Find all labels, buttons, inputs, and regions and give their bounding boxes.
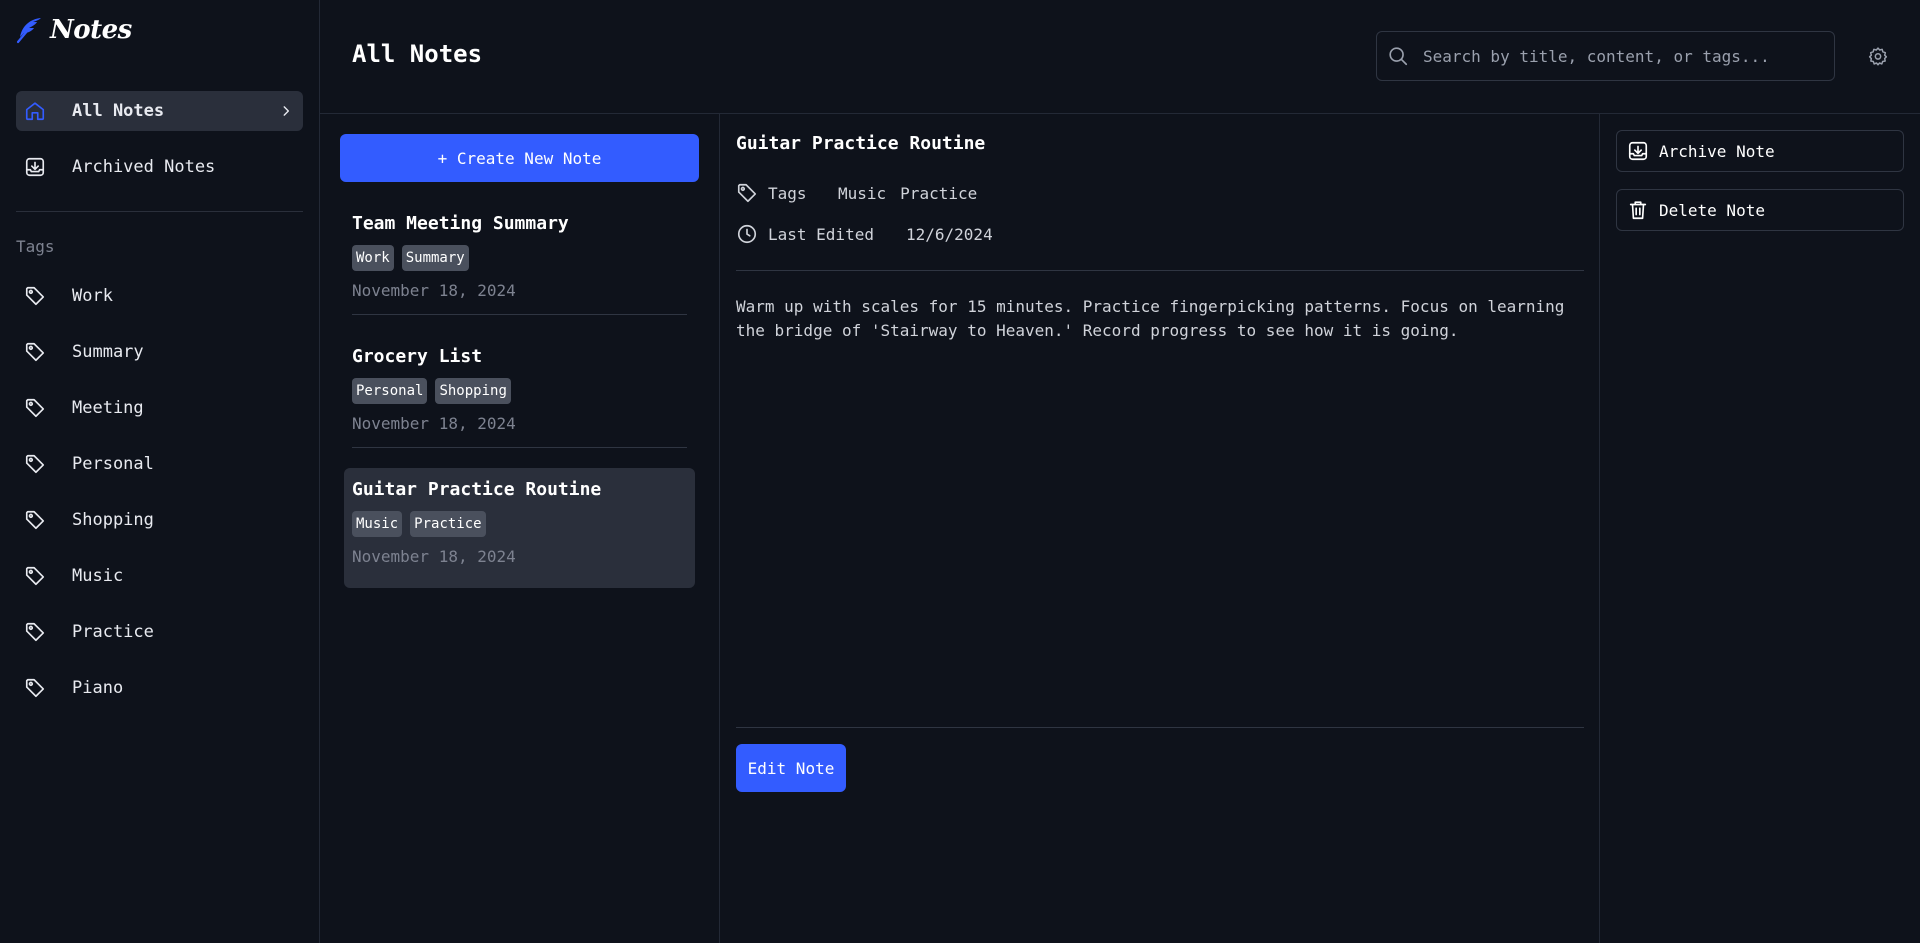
note-title: Team Meeting Summary (352, 213, 569, 234)
tag-chip: Shopping (435, 378, 511, 404)
nav-archived-notes-label: Archived Notes (72, 157, 216, 177)
sidebar-tag-piano[interactable]: Piano (16, 668, 303, 708)
sidebar-tag-meeting[interactable]: Meeting (16, 388, 303, 428)
sidebar-tag-label: Summary (72, 342, 144, 362)
column-divider (1599, 114, 1600, 943)
note-divider (352, 447, 687, 448)
note-date: November 18, 2024 (352, 547, 516, 566)
sidebar-tag-practice[interactable]: Practice (16, 612, 303, 652)
detail-divider (736, 270, 1584, 271)
detail-tag: Music (838, 183, 887, 203)
tag-icon (24, 396, 56, 420)
note-tags: Music Practice (352, 511, 687, 537)
note-body[interactable]: Warm up with scales for 15 minutes. Prac… (736, 295, 1584, 343)
detail-tag: Practice (900, 183, 978, 203)
note-divider (352, 314, 687, 315)
tag-chip: Summary (401, 245, 469, 271)
feather-icon (14, 15, 44, 45)
column-divider (719, 114, 720, 943)
tag-icon (24, 340, 56, 364)
detail-divider (736, 727, 1584, 728)
tag-icon (736, 182, 760, 204)
note-card[interactable]: Team Meeting Summary Work Summary Novemb… (344, 213, 695, 300)
note-title: Guitar Practice Routine (352, 479, 602, 500)
tag-chip: Practice (410, 511, 486, 537)
create-note-button[interactable]: + Create New Note (340, 134, 699, 182)
sidebar-tag-label: Shopping (72, 510, 154, 530)
sidebar-tag-label: Piano (72, 678, 124, 698)
tag-icon (24, 452, 56, 476)
app-logo[interactable]: Notes (14, 12, 132, 48)
tags-label: Tags (768, 183, 807, 203)
sidebar-tag-label: Practice (72, 622, 154, 642)
delete-note-label: Delete Note (1659, 200, 1765, 220)
last-edited-row: Last Edited 12/6/2024 (736, 223, 993, 245)
search-input[interactable] (1423, 46, 1823, 66)
sidebar-tag-label: Meeting (72, 398, 144, 418)
gear-icon[interactable] (1868, 46, 1888, 66)
sidebar-divider (16, 211, 303, 212)
note-card-selected[interactable]: Guitar Practice Routine Music Practice N… (344, 468, 695, 588)
nav-archived-notes[interactable]: Archived Notes (16, 147, 303, 187)
sidebar-tag-label: Personal (72, 454, 154, 474)
chevron-right-icon (279, 104, 295, 118)
archive-icon (1627, 140, 1649, 162)
page-title: All Notes (352, 40, 483, 68)
sidebar-tag-summary[interactable]: Summary (16, 332, 303, 372)
home-icon (24, 99, 56, 123)
note-detail-title: Guitar Practice Routine (736, 133, 986, 154)
header-divider (320, 113, 1920, 114)
last-edited-label: Last Edited (768, 224, 874, 244)
tag-icon (24, 676, 56, 700)
search-icon (1387, 45, 1409, 67)
note-date: November 18, 2024 (352, 414, 516, 433)
archive-icon (24, 155, 56, 179)
nav-all-notes[interactable]: All Notes (16, 91, 303, 131)
tag-icon (24, 564, 56, 588)
note-date: November 18, 2024 (352, 281, 516, 300)
sidebar-tag-music[interactable]: Music (16, 556, 303, 596)
sidebar-tag-label: Music (72, 566, 124, 586)
note-tags: Personal Shopping (352, 378, 687, 404)
nav-all-notes-label: All Notes (72, 101, 165, 121)
sidebar-tag-work[interactable]: Work (16, 276, 303, 316)
last-edited-value: 12/6/2024 (906, 224, 993, 244)
trash-icon (1627, 199, 1649, 221)
sidebar-tag-personal[interactable]: Personal (16, 444, 303, 484)
archive-note-label: Archive Note (1659, 141, 1775, 161)
tag-chip: Personal (352, 378, 428, 404)
note-title: Grocery List (352, 346, 483, 367)
search-box[interactable] (1376, 31, 1835, 81)
tag-chip: Work (352, 245, 394, 271)
delete-note-button[interactable]: Delete Note (1616, 189, 1904, 231)
tag-icon (24, 284, 56, 308)
tags-heading: Tags (16, 237, 55, 256)
sidebar-tag-shopping[interactable]: Shopping (16, 500, 303, 540)
clock-icon (736, 223, 760, 245)
note-tags: Work Summary (352, 245, 687, 271)
sidebar: Notes All Notes Archived Notes Tags Work… (0, 0, 320, 943)
tag-chip: Music (352, 511, 403, 537)
note-tags-row: Tags Music Practice (736, 182, 991, 204)
note-card[interactable]: Grocery List Personal Shopping November … (344, 346, 695, 433)
tag-icon (24, 508, 56, 532)
sidebar-tag-label: Work (72, 286, 113, 306)
app-name: Notes (50, 15, 132, 45)
archive-note-button[interactable]: Archive Note (1616, 130, 1904, 172)
tag-icon (24, 620, 56, 644)
edit-note-button[interactable]: Edit Note (736, 744, 846, 792)
